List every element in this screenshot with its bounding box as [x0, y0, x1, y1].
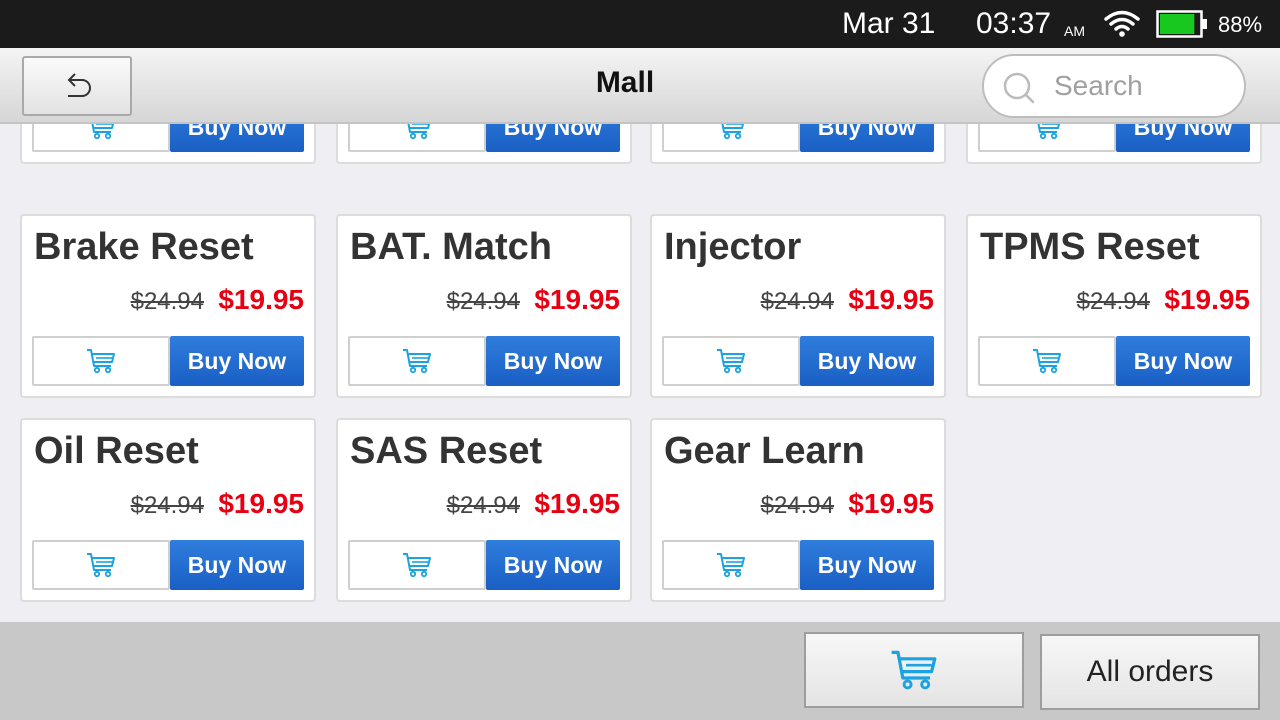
- product-card[interactable]: Oil Reset $24.94 $19.95 Buy Now: [20, 418, 316, 602]
- sale-price: $19.95: [218, 284, 304, 315]
- add-to-cart-button[interactable]: [348, 540, 486, 590]
- product-grid[interactable]: Buy Now Buy Now Buy Now Buy Now Brake Reset $…: [0, 124, 1280, 622]
- cart-icon: [717, 349, 745, 374]
- product-card[interactable]: Brake Reset $24.94 $19.95 Buy Now: [20, 214, 316, 398]
- cart-icon: [1037, 124, 1061, 140]
- status-date: Mar 31: [842, 7, 936, 40]
- cart-icon: [403, 553, 431, 578]
- cart-icon: [91, 124, 115, 140]
- original-price: $24.94: [130, 492, 204, 519]
- original-price: $24.94: [446, 492, 520, 519]
- buy-now-button[interactable]: Buy Now: [170, 124, 304, 152]
- product-card[interactable]: Buy Now: [966, 124, 1262, 164]
- add-to-cart-button[interactable]: [32, 540, 170, 590]
- product-card[interactable]: TPMS Reset $24.94 $19.95 Buy Now: [966, 214, 1262, 398]
- buy-now-button[interactable]: Buy Now: [170, 540, 304, 590]
- buy-now-button[interactable]: Buy Now: [1116, 336, 1250, 386]
- sale-price: $19.95: [848, 284, 934, 315]
- product-title: Injector: [664, 226, 802, 268]
- product-card[interactable]: Gear Learn $24.94 $19.95 Buy Now: [650, 418, 946, 602]
- page-title: Mall: [595, 66, 655, 99]
- cart-icon: [721, 124, 745, 140]
- original-price: $24.94: [760, 492, 834, 519]
- buy-now-button[interactable]: Buy Now: [1116, 124, 1250, 152]
- sale-price: $19.95: [848, 488, 934, 519]
- product-title: Gear Learn: [664, 430, 865, 472]
- sale-price: $19.95: [534, 284, 620, 315]
- status-time: 03:37: [976, 7, 1052, 40]
- product-title: Brake Reset: [34, 226, 254, 268]
- buy-now-button[interactable]: Buy Now: [486, 540, 620, 590]
- add-to-cart-button[interactable]: [662, 540, 800, 590]
- cart-icon: [407, 124, 431, 140]
- status-ampm: AM: [1064, 23, 1085, 39]
- battery-percent: 88%: [1218, 12, 1263, 37]
- wifi-icon: [1104, 10, 1140, 37]
- add-to-cart-button[interactable]: [32, 124, 170, 152]
- product-card[interactable]: SAS Reset $24.94 $19.95 Buy Now: [336, 418, 632, 602]
- product-title: Oil Reset: [34, 430, 199, 472]
- back-button[interactable]: [22, 56, 132, 116]
- header-bar: Mall Search: [0, 48, 1280, 124]
- original-price: $24.94: [760, 288, 834, 315]
- product-card[interactable]: BAT. Match $24.94 $19.95 Buy Now: [336, 214, 632, 398]
- sale-price: $19.95: [1164, 284, 1250, 315]
- product-title: SAS Reset: [350, 430, 543, 472]
- cart-icon: [403, 349, 431, 374]
- search-input[interactable]: Search: [982, 54, 1246, 118]
- original-price: $24.94: [130, 288, 204, 315]
- buy-now-button[interactable]: Buy Now: [170, 336, 304, 386]
- product-card[interactable]: Buy Now: [20, 124, 316, 164]
- cart-icon: [717, 553, 745, 578]
- product-card[interactable]: Buy Now: [336, 124, 632, 164]
- cart-icon: [891, 650, 937, 690]
- bottom-bar: All orders: [0, 622, 1280, 720]
- buy-now-button[interactable]: Buy Now: [486, 336, 620, 386]
- add-to-cart-button[interactable]: [978, 336, 1116, 386]
- cart-icon: [87, 349, 115, 374]
- back-arrow-icon: [67, 73, 91, 97]
- product-title: TPMS Reset: [980, 226, 1200, 268]
- cart-icon: [87, 553, 115, 578]
- buy-now-button[interactable]: Buy Now: [800, 540, 934, 590]
- add-to-cart-button[interactable]: [662, 336, 800, 386]
- search-icon: [1003, 72, 1035, 104]
- buy-now-button[interactable]: Buy Now: [486, 124, 620, 152]
- product-card[interactable]: Injector $24.94 $19.95 Buy Now: [650, 214, 946, 398]
- battery-icon: [1156, 10, 1207, 38]
- add-to-cart-button[interactable]: [348, 336, 486, 386]
- original-price: $24.94: [1076, 288, 1150, 315]
- product-title: BAT. Match: [350, 226, 552, 268]
- product-card[interactable]: Buy Now: [650, 124, 946, 164]
- status-bar: Mar 31 03:37 AM 88%: [0, 0, 1280, 48]
- buy-now-button[interactable]: Buy Now: [800, 124, 934, 152]
- original-price: $24.94: [446, 288, 520, 315]
- sale-price: $19.95: [534, 488, 620, 519]
- all-orders-button[interactable]: All orders: [1040, 634, 1260, 710]
- cart-icon: [1033, 349, 1061, 374]
- buy-now-button[interactable]: Buy Now: [800, 336, 934, 386]
- sale-price: $19.95: [218, 488, 304, 519]
- add-to-cart-button[interactable]: [662, 124, 800, 152]
- add-to-cart-button[interactable]: [978, 124, 1116, 152]
- search-placeholder: Search: [1054, 70, 1143, 101]
- add-to-cart-button[interactable]: [32, 336, 170, 386]
- cart-button[interactable]: [804, 632, 1024, 708]
- add-to-cart-button[interactable]: [348, 124, 486, 152]
